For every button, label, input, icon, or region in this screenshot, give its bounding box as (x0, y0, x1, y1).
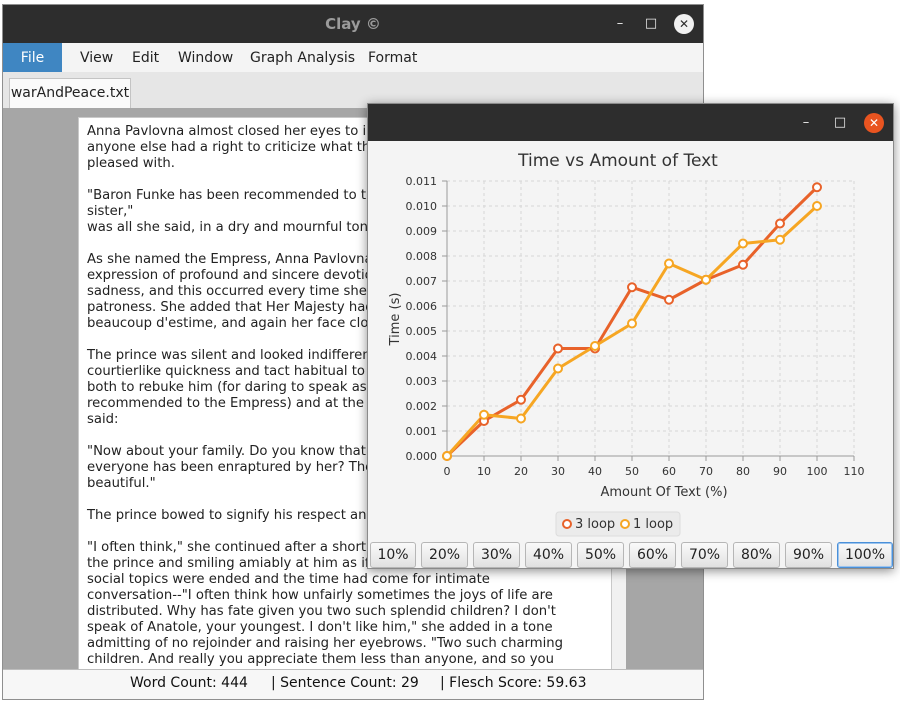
data-point (627, 282, 637, 293)
data-point (479, 409, 489, 420)
sentence-count: | Sentence Count: 29 (271, 675, 419, 691)
x-tick-label: 60 (662, 465, 676, 478)
line-chart: 0 10 20 30 40 50 60 70 80 90 100 110 0.000 0.001 0.002… (388, 151, 865, 537)
data-point (664, 294, 674, 305)
graph-close-icon[interactable]: ✕ (864, 113, 884, 133)
x-tick-label: 20 (514, 465, 528, 478)
x-tick-label: 80 (736, 465, 750, 478)
legend-label: 1 loop (633, 517, 673, 532)
data-point (516, 394, 526, 405)
percent-button-100[interactable]: 100% (837, 542, 893, 568)
window-title: Clay © (325, 15, 381, 33)
document-line: conversation--"I often think how unfairl… (87, 588, 553, 603)
x-axis-label: Amount Of Text (%) (600, 485, 727, 500)
y-tick-label: 0.001 (406, 425, 438, 438)
plot-background (447, 181, 854, 456)
percent-button-80[interactable]: 80% (733, 542, 780, 568)
y-tick-label: 0.006 (406, 300, 438, 313)
data-point (590, 341, 600, 351)
main-titlebar[interactable]: Clay © – □ ✕ (3, 5, 703, 43)
data-point (664, 258, 674, 269)
legend-label: 3 loop (575, 517, 615, 532)
document-line: children. And really you appreciate them… (87, 652, 554, 667)
graph-maximize-icon[interactable]: □ (830, 113, 850, 133)
chart-grid (446, 180, 855, 457)
status-bar: Word Count: 444 | Sentence Count: 29 | F… (3, 669, 703, 699)
y-tick-label: 0.011 (406, 175, 438, 188)
data-point (738, 259, 748, 270)
y-tick-label: 0.003 (406, 375, 438, 388)
y-tick-label: 0.004 (406, 350, 438, 363)
percent-button-40[interactable]: 40% (525, 542, 572, 568)
y-tick-label: 0.010 (406, 200, 438, 213)
y-axis-label: Time (s) (388, 293, 403, 347)
menu-view[interactable]: View (80, 43, 113, 72)
y-tick-label: 0.009 (406, 225, 438, 238)
data-point (812, 182, 822, 193)
word-count: Word Count: 444 (130, 675, 248, 691)
chart-title: Time vs Amount of Text (517, 151, 718, 171)
x-tick-label: 30 (551, 465, 565, 478)
document-line: speak of Anatole, your youngest. I don't… (87, 620, 553, 635)
y-tick-label: 0.005 (406, 325, 438, 338)
percent-button-row: 10% 20% 30% 40% 50% 60% 70% 80% 90% 100% (368, 540, 893, 568)
data-point (627, 318, 637, 329)
data-point (775, 218, 785, 229)
y-tick-label: 0.008 (406, 250, 438, 263)
x-tick-label: 110 (844, 465, 865, 478)
data-point (812, 201, 822, 211)
x-tick-label: 50 (625, 465, 639, 478)
data-point (516, 413, 526, 424)
percent-button-30[interactable]: 30% (473, 542, 520, 568)
graph-minimize-icon[interactable]: – (796, 113, 816, 133)
percent-button-90[interactable]: 90% (785, 542, 832, 568)
data-point (553, 343, 563, 354)
y-tick-label: 0.000 (406, 450, 438, 463)
percent-button-20[interactable]: 20% (421, 542, 468, 568)
y-tick-label: 0.007 (406, 275, 438, 288)
percent-button-10[interactable]: 10% (370, 542, 416, 568)
data-point (553, 363, 563, 374)
percent-button-60[interactable]: 60% (629, 542, 676, 568)
data-point (738, 238, 748, 249)
x-tick-label: 40 (588, 465, 602, 478)
legend-marker (562, 519, 572, 529)
close-icon[interactable]: ✕ (674, 14, 694, 34)
menu-file[interactable]: File (3, 43, 62, 72)
minimize-icon[interactable]: – (610, 14, 630, 34)
x-tick-label: 70 (699, 465, 713, 478)
legend-marker (620, 519, 630, 529)
menu-window[interactable]: Window (178, 43, 233, 72)
menu-edit[interactable]: Edit (132, 43, 159, 72)
chart-legend: 3 loop 1 loop (555, 511, 681, 537)
percent-button-70[interactable]: 70% (681, 542, 728, 568)
y-tick-label: 0.002 (406, 400, 438, 413)
menu-bar: File View Edit Window Graph Analysis For… (3, 43, 703, 73)
document-line: admitting of no rejoinder and raising he… (87, 636, 563, 651)
graph-window: – □ ✕ 0 10 20 30 40 50 60 70 80 90 100 110 0.000 0.00… (367, 103, 894, 569)
flesch-score: | Flesch Score: 59.63 (440, 675, 587, 691)
x-tick-label: 0 (444, 465, 451, 478)
tab-file[interactable]: warAndPeace.txt (9, 78, 131, 108)
percent-button-50[interactable]: 50% (577, 542, 624, 568)
maximize-icon[interactable]: □ (641, 14, 661, 34)
menu-format[interactable]: Format (368, 43, 417, 72)
document-line: social topics were ended and the time ha… (87, 572, 490, 587)
x-tick-label: 10 (477, 465, 491, 478)
data-point (701, 274, 711, 285)
x-tick-label: 100 (807, 465, 828, 478)
data-point (775, 234, 785, 245)
graph-titlebar[interactable]: – □ ✕ (368, 104, 893, 141)
x-tick-label: 90 (773, 465, 787, 478)
menu-graph-analysis[interactable]: Graph Analysis (250, 43, 355, 72)
document-line: distributed. Why has fate given you two … (87, 604, 556, 619)
data-point (442, 451, 452, 461)
